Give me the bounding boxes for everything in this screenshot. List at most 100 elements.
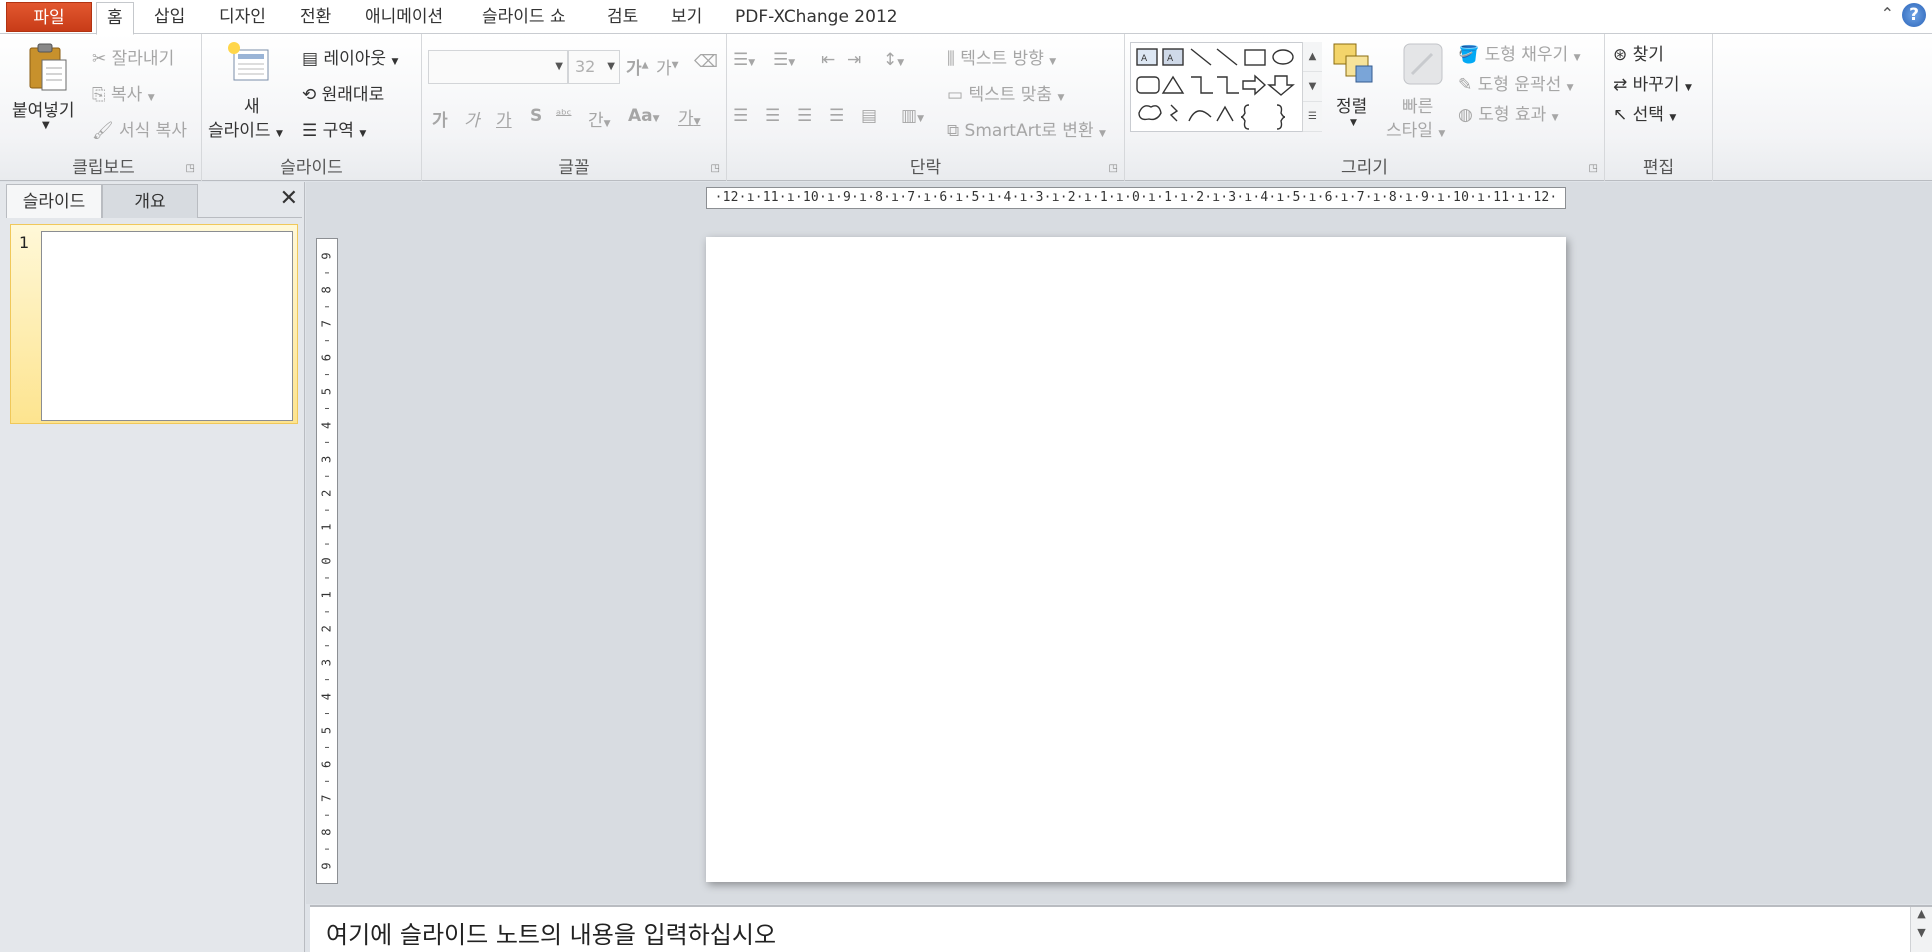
tab-insert[interactable]: 삽입 — [144, 2, 195, 34]
editing-group-label: 편집 — [1642, 158, 1675, 178]
help-icon[interactable]: ? — [1902, 3, 1926, 27]
tab-slideshow[interactable]: 슬라이드 쇼 — [472, 2, 576, 34]
tab-file[interactable]: 파일 — [6, 2, 92, 32]
columns-button[interactable]: ▥▼ — [901, 106, 924, 126]
line-spacing-button[interactable]: ↕▼ — [883, 50, 904, 70]
smartart-button[interactable]: ⧉ SmartArt로 변환 ▼ — [947, 116, 1106, 141]
arrange-icon[interactable] — [1330, 40, 1376, 91]
bold-button[interactable]: 가 — [432, 106, 448, 131]
chevron-down-icon: ▼ — [555, 61, 563, 72]
slide-thumbnail[interactable] — [41, 231, 293, 421]
new-slide-icon[interactable] — [226, 40, 272, 91]
svg-text:A: A — [1141, 54, 1148, 64]
font-color-button[interactable]: 가▼ — [678, 104, 701, 129]
tab-transitions[interactable]: 전환 — [290, 2, 341, 34]
reset-button[interactable]: ⟲ 원래대로 — [302, 80, 384, 105]
minimize-ribbon-icon[interactable]: ⌃ — [1881, 4, 1894, 23]
scroll-down-icon[interactable]: ▼ — [1911, 926, 1932, 939]
justify-icon[interactable]: ☰ — [829, 106, 844, 126]
strikethrough-button[interactable]: ᵃᵇᶜ — [556, 108, 571, 123]
numbering-button[interactable]: ☰▼ — [773, 50, 795, 70]
align-right-icon[interactable]: ☰ — [797, 106, 812, 126]
slide-canvas[interactable] — [706, 237, 1566, 882]
character-spacing-button[interactable]: 간▼ — [588, 106, 611, 131]
bullets-button[interactable]: ☰▼ — [733, 50, 755, 70]
slides-outline-pane: 슬라이드 개요 ✕ 1 — [0, 182, 305, 952]
quick-styles-icon[interactable] — [1400, 40, 1446, 93]
italic-button[interactable]: 가 — [464, 106, 480, 131]
ribbon-tab-bar: 파일 홈 삽입 디자인 전환 애니메이션 슬라이드 쇼 검토 보기 PDF-XC… — [0, 0, 1932, 35]
vertical-ruler-ticks: 9 8 7 6 5 4 3 2 1 0 1 2 3 4 5 6 7 8 9 — [320, 252, 334, 869]
svg-text:A: A — [1167, 54, 1174, 64]
font-size-combo[interactable]: 32 ▼ — [568, 50, 620, 84]
layout-label: 레이아웃 — [323, 49, 387, 69]
clipboard-group-label: 클립보드 — [72, 158, 135, 178]
ruler-label: 2 — [320, 490, 334, 497]
paragraph-group-label: 단락 — [909, 158, 942, 178]
tab-design[interactable]: 디자인 — [209, 2, 276, 34]
replace-button[interactable]: ⇄ 바꾸기 ▼ — [1613, 70, 1692, 95]
ruler-label: 6 — [320, 761, 334, 768]
notes-pane[interactable]: 여기에 슬라이드 노트의 내용을 입력하십시오 ▲ ▼ — [310, 905, 1932, 952]
ruler-label: 8 — [320, 286, 334, 293]
gallery-up-icon[interactable]: ▲ — [1303, 42, 1322, 72]
notes-scrollbar[interactable]: ▲ ▼ — [1910, 907, 1932, 952]
increase-indent-icon[interactable]: ⇥ — [847, 50, 861, 70]
drawing-launcher-icon[interactable]: ◳ — [1589, 163, 1598, 174]
underline-button[interactable]: 가 — [496, 106, 512, 131]
cut-button[interactable]: ✂ 잘라내기 — [92, 44, 174, 69]
grow-font-label: 가 — [626, 59, 642, 79]
font-group: ▼ 32 ▼ 가▲ 가▼ ⌫ 가 가 가 S ᵃᵇᶜ 간▼ Aa▼ 가▼ 글꼴 … — [422, 34, 727, 181]
shape-outline-button[interactable]: ✎ 도형 윤곽선 ▼ — [1458, 70, 1574, 95]
section-button[interactable]: ☰ 구역 ▼ — [302, 116, 366, 141]
shape-fill-button[interactable]: 🪣 도형 채우기 ▼ — [1458, 40, 1581, 65]
tab-slides[interactable]: 슬라이드 — [6, 184, 102, 218]
paragraph-launcher-icon[interactable]: ◳ — [1109, 163, 1118, 174]
shapes-gallery[interactable]: A A — [1130, 42, 1322, 132]
grow-font-button[interactable]: 가▲ — [626, 54, 649, 79]
text-direction-button[interactable]: ⫼ 텍스트 방향 ▼ — [947, 44, 1056, 69]
tab-view[interactable]: 보기 — [661, 2, 712, 34]
tab-home[interactable]: 홈 — [96, 2, 134, 35]
paste-button[interactable]: 붙여넣기 — [12, 96, 75, 121]
new-slide-label-1: 새 — [244, 97, 260, 117]
gallery-more-icon[interactable]: ☰ — [1303, 102, 1322, 132]
paste-dropdown-arrow[interactable]: ▼ — [42, 120, 50, 131]
shape-effects-button[interactable]: ◍ 도형 효과 ▼ — [1458, 100, 1559, 125]
font-launcher-icon[interactable]: ◳ — [711, 163, 720, 174]
slide-number: 1 — [19, 233, 30, 252]
change-case-button[interactable]: Aa▼ — [628, 106, 660, 126]
cut-label: 잘라내기 — [111, 49, 175, 69]
paste-icon[interactable] — [26, 40, 70, 101]
notes-placeholder[interactable]: 여기에 슬라이드 노트의 내용을 입력하십시오 — [326, 915, 776, 950]
slide-thumbnail-selected[interactable]: 1 — [10, 224, 298, 424]
align-text-button[interactable]: ▭ 텍스트 맞춤 ▼ — [947, 80, 1064, 105]
new-slide-button[interactable]: 슬라이드 ▼ — [208, 116, 283, 141]
shrink-font-button[interactable]: 가▼ — [656, 54, 679, 79]
format-painter-button[interactable]: 🖌 서식 복사 — [92, 116, 187, 141]
quick-styles-button[interactable]: 스타일 ▼ — [1386, 116, 1445, 141]
tab-pdf-xchange[interactable]: PDF-XChange 2012 — [725, 2, 908, 34]
shadow-button[interactable]: S — [530, 106, 542, 126]
bullet-list-icon: ☰ — [733, 50, 749, 70]
find-button[interactable]: ⊛ 찾기 — [1613, 40, 1664, 65]
align-left-icon[interactable]: ☰ — [733, 106, 748, 126]
font-name-combo[interactable]: ▼ — [428, 50, 568, 84]
arrange-dropdown-arrow[interactable]: ▼ — [1350, 118, 1357, 128]
arrange-button[interactable]: 정렬 — [1336, 92, 1367, 117]
distribute-icon[interactable]: ▤ — [861, 106, 877, 126]
decrease-indent-icon[interactable]: ⇤ — [821, 50, 835, 70]
clear-formatting-icon[interactable]: ⌫ — [694, 52, 718, 72]
scroll-up-icon[interactable]: ▲ — [1911, 907, 1932, 920]
tab-outline[interactable]: 개요 — [102, 184, 198, 218]
align-center-icon[interactable]: ☰ — [765, 106, 780, 126]
copy-button[interactable]: ⎘ 복사 ▼ — [92, 80, 155, 105]
select-button[interactable]: ↖ 선택 ▼ — [1613, 100, 1676, 125]
shapes-gallery-scroll[interactable]: ▲ ▼ ☰ — [1302, 42, 1322, 132]
clipboard-launcher-icon[interactable]: ◳ — [186, 163, 195, 174]
tab-animations[interactable]: 애니메이션 — [355, 2, 453, 34]
gallery-down-icon[interactable]: ▼ — [1303, 72, 1322, 102]
tab-review[interactable]: 검토 — [597, 2, 648, 34]
close-icon[interactable]: ✕ — [280, 186, 298, 211]
layout-button[interactable]: ▤ 레이아웃 ▼ — [302, 44, 398, 69]
